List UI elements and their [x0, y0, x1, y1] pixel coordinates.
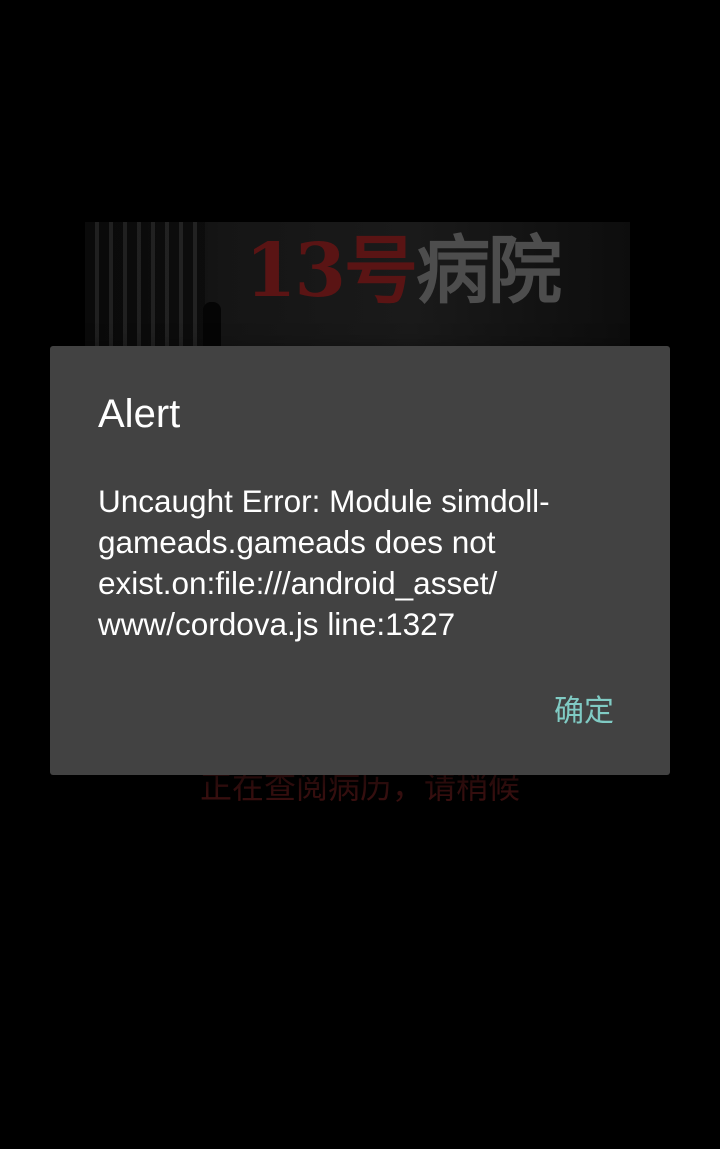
- dialog-message-line: www/cordova.js line:1327: [98, 606, 456, 642]
- game-splash-banner: 13号病院: [85, 222, 630, 357]
- dialog-message-line: exist.on:file:///android_asset/: [98, 565, 498, 601]
- dialog-title: Alert: [98, 392, 181, 436]
- dialog-message-line: Uncaught Error: Module simdoll-: [98, 483, 550, 519]
- game-title: 13号病院: [245, 234, 562, 308]
- game-title-word: 病院: [415, 228, 562, 314]
- prison-bars-decoration: [85, 222, 205, 357]
- alert-dialog: Alert Uncaught Error: Module simdoll- ga…: [50, 346, 670, 775]
- dialog-message-line: gameads.gameads does not: [98, 524, 496, 560]
- dialog-message: Uncaught Error: Module simdoll- gameads.…: [98, 481, 628, 645]
- game-title-number: 13号: [245, 228, 418, 314]
- confirm-button[interactable]: 确定: [538, 686, 630, 738]
- app-screen: 13号病院 正在查阅病历，请稍候 Alert Uncaught Error: M…: [0, 0, 720, 1149]
